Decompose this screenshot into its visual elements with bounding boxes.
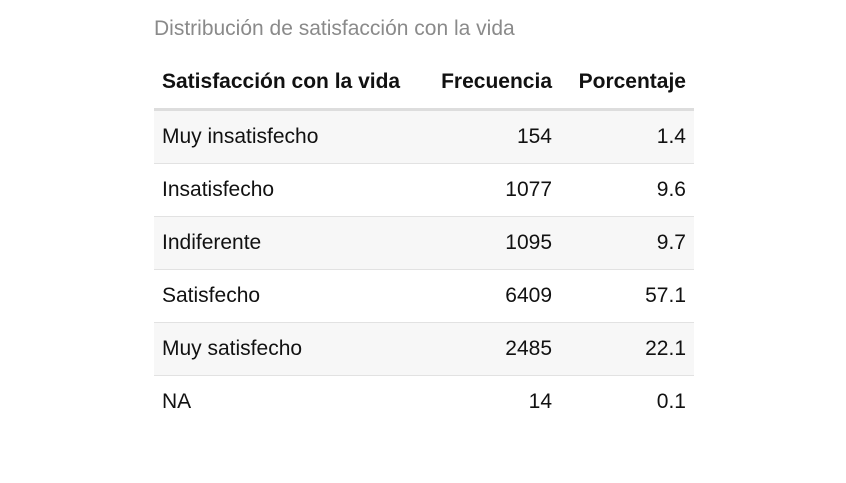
header-satisfaction: Satisfacción con la vida (154, 56, 424, 111)
cell-frequency: 1095 (424, 216, 560, 270)
satisfaction-table: Satisfacción con la vida Frecuencia Porc… (154, 56, 694, 428)
cell-satisfaction: Satisfecho (154, 269, 424, 323)
cell-satisfaction: NA (162, 390, 192, 413)
table-container: Distribución de satisfacción con la vida… (154, 14, 694, 428)
table-row: NA 14 0.1 (154, 376, 694, 429)
cell-percentage: 0.1 (656, 390, 686, 413)
cell-satisfaction: Muy satisfecho (154, 322, 424, 376)
cell-percentage: 22.1 (560, 322, 694, 376)
cell-percentage: 1.4 (560, 109, 694, 164)
header-row: Satisfacción con la vida Frecuencia Porc… (154, 56, 694, 111)
header-percentage: Porcentaje (560, 56, 694, 111)
cell-percentage: 57.1 (560, 269, 694, 323)
table-caption: Distribución de satisfacción con la vida (154, 17, 515, 40)
cell-frequency: 154 (424, 109, 560, 164)
cell-frequency: 1077 (424, 163, 560, 217)
header-frequency: Frecuencia (424, 56, 560, 111)
table-row: Satisfecho 6409 57.1 (154, 269, 694, 323)
table-row: Insatisfecho 1077 9.6 (154, 163, 694, 217)
cell-percentage: 9.6 (560, 163, 694, 217)
table-row: Muy satisfecho 2485 22.1 (154, 322, 694, 376)
cell-frequency: 2485 (424, 322, 560, 376)
cell-satisfaction: Muy insatisfecho (154, 109, 424, 164)
cell-frequency: 6409 (424, 269, 560, 323)
cell-satisfaction: Indiferente (154, 216, 424, 270)
table-row: Muy insatisfecho 154 1.4 (154, 109, 694, 164)
table-row: Indiferente 1095 9.7 (154, 216, 694, 270)
cell-frequency: 14 (528, 390, 552, 413)
cell-percentage: 9.7 (560, 216, 694, 270)
cell-satisfaction: Insatisfecho (154, 163, 424, 217)
